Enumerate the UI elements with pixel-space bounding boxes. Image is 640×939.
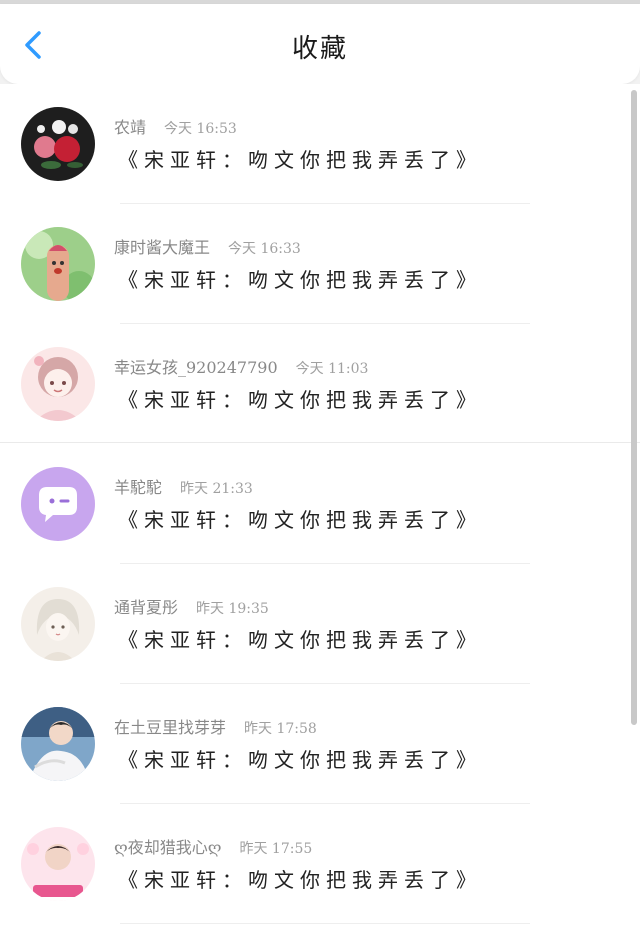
item-message: 《宋亚轩：吻文你把我弄丢了》: [118, 628, 482, 652]
favorites-list[interactable]: 农靖 今天 16:53 《宋亚轩：吻文你把我弄丢了》 康时酱大魔王 今天 16:33…: [0, 84, 640, 939]
item-time: 昨天 19:35: [196, 601, 269, 617]
item-meta: 通背夏彤 昨天 19:35: [114, 594, 269, 618]
item-message: 《宋亚轩：吻文你把我弄丢了》: [118, 388, 482, 412]
item-name: ღ夜却猎我心ღ: [114, 838, 222, 857]
item-message: 《宋亚轩：吻文你把我弄丢了》: [118, 508, 482, 532]
item-name: 在土豆里找芽芽: [114, 718, 227, 737]
list-item[interactable]: 羊駝駝 昨天 21:33 《宋亚轩：吻文你把我弄丢了》: [0, 444, 640, 564]
anime-girl-avatar[interactable]: [21, 347, 95, 421]
item-time: 昨天 21:33: [180, 481, 253, 497]
item-meta: 康时酱大魔王 今天 16:33: [114, 234, 301, 258]
page-title: 收藏: [291, 34, 348, 64]
list-item[interactable]: 康时酱大魔王 今天 16:33 《宋亚轩：吻文你把我弄丢了》: [0, 204, 640, 324]
item-message: 《宋亚轩：吻文你把我弄丢了》: [118, 868, 482, 892]
item-meta: 农靖 今天 16:53: [114, 114, 237, 138]
item-name: 通背夏彤: [114, 598, 179, 617]
item-message: 《宋亚轩：吻文你把我弄丢了》: [118, 148, 482, 172]
item-time: 今天 11:03: [295, 361, 369, 377]
item-message: 《宋亚轩：吻文你把我弄丢了》: [118, 748, 482, 772]
purple-chat-avatar[interactable]: [21, 467, 95, 541]
pink-idol-avatar[interactable]: [21, 827, 95, 901]
item-name: 羊駝駝: [114, 478, 163, 497]
item-time: 昨天 17:58: [244, 721, 317, 737]
list-item[interactable]: 幸运女孩_920247790 今天 11:03 《宋亚轩：吻文你把我弄丢了》: [0, 324, 640, 444]
item-message: 《宋亚轩：吻文你把我弄丢了》: [118, 268, 482, 292]
item-time: 今天 16:33: [228, 241, 301, 257]
list-item[interactable]: ღ夜却猎我心ღ 昨天 17:55 《宋亚轩：吻文你把我弄丢了》: [0, 804, 640, 924]
list-item[interactable]: 在土豆里找芽芽 昨天 17:58 《宋亚轩：吻文你把我弄丢了》: [0, 684, 640, 804]
item-meta: 幸运女孩_920247790 今天 11:03: [114, 354, 368, 378]
roses-avatar[interactable]: [21, 107, 95, 181]
section-divider: [0, 442, 640, 443]
finger-face-avatar[interactable]: [21, 227, 95, 301]
list-item[interactable]: 通背夏彤 昨天 19:35 《宋亚轩：吻文你把我弄丢了》: [0, 564, 640, 684]
item-time: 昨天 17:55: [239, 841, 313, 857]
divider: [120, 923, 530, 924]
header-bar: 收藏: [0, 4, 640, 84]
boy-white-avatar[interactable]: [21, 707, 95, 781]
item-meta: 羊駝駝 昨天 21:33: [114, 474, 253, 498]
item-name: 农靖: [114, 118, 147, 137]
scrollbar[interactable]: [631, 90, 637, 725]
item-meta: 在土豆里找芽芽 昨天 17:58: [114, 714, 317, 738]
item-meta: ღ夜却猎我心ღ 昨天 17:55: [114, 834, 312, 858]
item-name: 康时酱大魔王: [114, 238, 211, 257]
item-time: 今天 16:53: [164, 121, 237, 137]
list-item[interactable]: 农靖 今天 16:53 《宋亚轩：吻文你把我弄丢了》: [0, 84, 640, 204]
sketch-girl-avatar[interactable]: [21, 587, 95, 661]
item-name: 幸运女孩_920247790: [114, 358, 278, 377]
